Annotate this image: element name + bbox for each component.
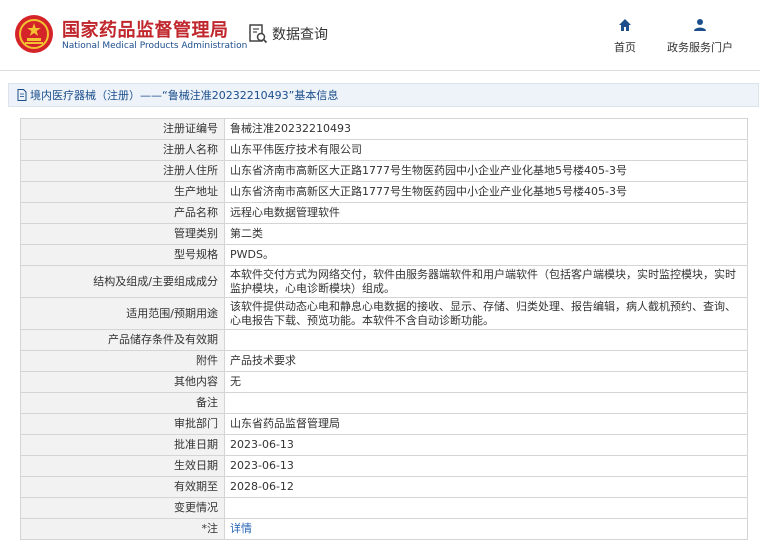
field-value: 2023-06-13	[224, 434, 748, 456]
field-value	[224, 497, 748, 519]
site-title: 国家药品监督管理局	[62, 20, 229, 41]
field-label: 注册人名称	[20, 139, 225, 161]
detail-link[interactable]: 详情	[230, 522, 252, 535]
device-info-table: 注册证编号 鲁械注准20232210493 注册人名称 山东平伟医疗技术有限公司…	[20, 118, 748, 540]
table-row: *注 详情	[20, 518, 748, 540]
table-row: 其他内容 无	[20, 371, 748, 393]
field-value: 2028-06-12	[224, 476, 748, 498]
table-row: 审批部门 山东省药品监督管理局	[20, 413, 748, 435]
table-row: 适用范围/预期用途 该软件提供动态心电和静息心电数据的接收、显示、存储、归类处理…	[20, 297, 748, 330]
nav-home[interactable]: 首页	[610, 18, 640, 55]
table-row: 管理类别 第二类	[20, 223, 748, 245]
field-label: 生产地址	[20, 181, 225, 203]
table-row: 注册证编号 鲁械注准20232210493	[20, 118, 748, 140]
field-label: 产品储存条件及有效期	[20, 329, 225, 351]
field-label: 生效日期	[20, 455, 225, 477]
document-search-icon	[249, 24, 268, 44]
field-label: 变更情况	[20, 497, 225, 519]
field-value: 山东平伟医疗技术有限公司	[224, 139, 748, 161]
document-icon	[17, 89, 27, 101]
field-value: 详情	[224, 518, 748, 540]
table-row: 变更情况	[20, 497, 748, 519]
table-row: 生产地址 山东省济南市高新区大正路1777号生物医药园中小企业产业化基地5号楼4…	[20, 181, 748, 203]
field-label: 产品名称	[20, 202, 225, 224]
field-value: 本软件交付方式为网络交付，软件由服务器端软件和用户端软件（包括客户端模块，实时监…	[224, 265, 748, 298]
field-value: 2023-06-13	[224, 455, 748, 477]
field-value: 第二类	[224, 223, 748, 245]
user-icon	[694, 19, 706, 31]
table-row: 型号规格 PWDS。	[20, 244, 748, 266]
field-value: 山东省济南市高新区大正路1777号生物医药园中小企业产业化基地5号楼405-3号	[224, 181, 748, 203]
field-label: 备注	[20, 392, 225, 414]
table-row: 产品储存条件及有效期	[20, 329, 748, 351]
table-row: 注册人名称 山东平伟医疗技术有限公司	[20, 139, 748, 161]
data-query-link[interactable]: 数据查询	[248, 22, 328, 46]
nav-home-label: 首页	[614, 41, 636, 54]
nav-gov-service-label: 政务服务门户	[667, 41, 733, 54]
field-label: 其他内容	[20, 371, 225, 393]
national-emblem-icon	[15, 15, 53, 53]
table-row: 产品名称 远程心电数据管理软件	[20, 202, 748, 224]
table-row: 备注	[20, 392, 748, 414]
field-label: 附件	[20, 350, 225, 372]
site-header: 国家药品监督管理局 National Medical Products Admi…	[0, 0, 760, 71]
field-label: 适用范围/预期用途	[20, 297, 225, 330]
field-label: 批准日期	[20, 434, 225, 456]
field-value	[224, 329, 748, 351]
field-label: 有效期至	[20, 476, 225, 498]
field-value: 该软件提供动态心电和静息心电数据的接收、显示、存储、归类处理、报告编辑，病人截机…	[224, 297, 748, 330]
section-title: 境内医疗器械（注册）——“鲁械注准20232210493”基本信息	[30, 89, 339, 102]
field-label: 管理类别	[20, 223, 225, 245]
note-label-cell: *注	[20, 518, 225, 540]
field-value: 产品技术要求	[224, 350, 748, 372]
field-label: 结构及组成/主要组成成分	[20, 265, 225, 298]
field-value	[224, 392, 748, 414]
table-row: 结构及组成/主要组成成分 本软件交付方式为网络交付，软件由服务器端软件和用户端软…	[20, 265, 748, 298]
nav-gov-service[interactable]: 政务服务门户	[660, 18, 740, 55]
table-row: 批准日期 2023-06-13	[20, 434, 748, 456]
field-label: 型号规格	[20, 244, 225, 266]
field-label: 注册人住所	[20, 160, 225, 182]
table-row: 有效期至 2028-06-12	[20, 476, 748, 498]
data-query-label: 数据查询	[272, 27, 328, 43]
site-subtitle-en: National Medical Products Administration	[62, 41, 248, 51]
table-row: 生效日期 2023-06-13	[20, 455, 748, 477]
field-value: PWDS。	[224, 244, 748, 266]
home-icon	[619, 19, 631, 31]
table-row: 注册人住所 山东省济南市高新区大正路1777号生物医药园中小企业产业化基地5号楼…	[20, 160, 748, 182]
field-label: 注册证编号	[20, 118, 225, 140]
field-value: 鲁械注准20232210493	[224, 118, 748, 140]
section-title-bar: 境内医疗器械（注册）——“鲁械注准20232210493”基本信息	[8, 83, 759, 107]
field-value: 无	[224, 371, 748, 393]
field-label: 审批部门	[20, 413, 225, 435]
table-row: 附件 产品技术要求	[20, 350, 748, 372]
note-label: 注	[207, 522, 218, 535]
field-value: 远程心电数据管理软件	[224, 202, 748, 224]
field-value: 山东省济南市高新区大正路1777号生物医药园中小企业产业化基地5号楼405-3号	[224, 160, 748, 182]
field-value: 山东省药品监督管理局	[224, 413, 748, 435]
